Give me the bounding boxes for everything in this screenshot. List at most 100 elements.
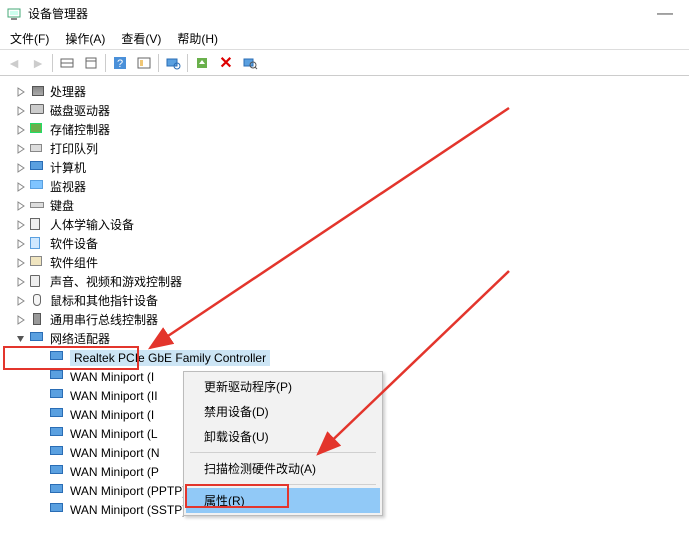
help-icon[interactable]: ? (108, 52, 132, 74)
network-adapter-icon (50, 408, 66, 422)
menu-disable-device[interactable]: 禁用设备(D) (186, 399, 380, 424)
tree-node-9[interactable]: 软件组件 (14, 253, 689, 272)
mouse-icon (30, 294, 46, 308)
expand-icon[interactable] (34, 370, 48, 384)
printer-icon (30, 142, 46, 156)
uninstall-icon[interactable]: ✕ (214, 52, 238, 74)
menu-separator (190, 484, 376, 485)
network-adapter-icon (50, 465, 66, 479)
expand-icon[interactable] (14, 294, 28, 308)
sound-icon (30, 275, 46, 289)
expand-icon[interactable] (14, 313, 28, 327)
tree-node-label: 打印队列 (50, 140, 98, 157)
network-adapter-icon (50, 427, 66, 441)
disk-icon (30, 104, 46, 118)
expand-icon[interactable] (34, 503, 48, 517)
tree-node-label: 监视器 (50, 178, 86, 195)
context-menu: 更新驱动程序(P) 禁用设备(D) 卸载设备(U) 扫描检测硬件改动(A) 属性… (183, 371, 383, 516)
tree-node-label: WAN Miniport (P (70, 465, 159, 479)
tree-node-label: 键盘 (50, 197, 74, 214)
menu-separator (190, 452, 376, 453)
tree-node-0[interactable]: 处理器 (14, 82, 689, 101)
scan-computer-icon[interactable] (161, 52, 185, 74)
menu-file[interactable]: 文件(F) (2, 28, 57, 49)
collapse-icon[interactable] (14, 332, 28, 346)
minimize-button[interactable]: — (647, 5, 683, 23)
expand-icon[interactable] (14, 237, 28, 251)
menu-help[interactable]: 帮助(H) (169, 28, 226, 49)
expand-icon[interactable] (14, 180, 28, 194)
tree-node-network-adapters[interactable]: 网络适配器 (14, 329, 689, 348)
tree-node-2[interactable]: 存储控制器 (14, 120, 689, 139)
tree-node-label: 存储控制器 (50, 121, 110, 138)
expand-icon[interactable] (14, 85, 28, 99)
back-button[interactable]: ◄ (2, 52, 26, 74)
expand-icon[interactable] (14, 199, 28, 213)
tree-node-label: 网络适配器 (50, 330, 110, 347)
ctrl-icon (30, 123, 46, 137)
expand-icon[interactable] (34, 484, 48, 498)
monitor-icon (30, 180, 46, 194)
tree-node-label: 鼠标和其他指针设备 (50, 292, 158, 309)
tree-node-12[interactable]: 通用串行总线控制器 (14, 310, 689, 329)
network-adapter-icon (50, 389, 66, 403)
tree-node-label: 声音、视频和游戏控制器 (50, 273, 182, 290)
expand-icon[interactable] (14, 161, 28, 175)
network-adapter-icon (50, 503, 66, 517)
tb-icon-4[interactable] (132, 52, 156, 74)
expand-icon[interactable] (34, 408, 48, 422)
expand-icon[interactable] (14, 256, 28, 270)
menu-action[interactable]: 操作(A) (57, 28, 113, 49)
tree-node-4[interactable]: 计算机 (14, 158, 689, 177)
tree-node-11[interactable]: 鼠标和其他指针设备 (14, 291, 689, 310)
sw-icon (30, 237, 46, 251)
forward-button[interactable]: ► (26, 52, 50, 74)
expand-icon[interactable] (34, 427, 48, 441)
expand-icon[interactable] (34, 351, 48, 365)
tree-node-label: 处理器 (50, 83, 86, 100)
menu-scan-hardware[interactable]: 扫描检测硬件改动(A) (186, 456, 380, 481)
tree-node-1[interactable]: 磁盘驱动器 (14, 101, 689, 120)
network-adapter-icon (30, 332, 46, 346)
expand-icon[interactable] (34, 446, 48, 460)
tree-node-label: 磁盘驱动器 (50, 102, 110, 119)
menubar: 文件(F) 操作(A) 查看(V) 帮助(H) (0, 28, 689, 50)
tb-icon-2[interactable] (79, 52, 103, 74)
tree-node-label: WAN Miniport (I (70, 408, 154, 422)
expand-icon[interactable] (34, 465, 48, 479)
tree-node-6[interactable]: 键盘 (14, 196, 689, 215)
tree-node-label: WAN Miniport (PPTP) (70, 484, 186, 498)
expand-icon[interactable] (14, 275, 28, 289)
tree-node-8[interactable]: 软件设备 (14, 234, 689, 253)
tree-node-net-child-0[interactable]: Realtek PCIe GbE Family Controller (14, 348, 689, 367)
menu-properties[interactable]: 属性(R) (186, 488, 380, 513)
tree-node-10[interactable]: 声音、视频和游戏控制器 (14, 272, 689, 291)
tree-node-label: WAN Miniport (II (70, 389, 158, 403)
expand-icon[interactable] (34, 389, 48, 403)
tree-node-label: 计算机 (50, 159, 86, 176)
network-adapter-icon (50, 370, 66, 384)
tree-node-3[interactable]: 打印队列 (14, 139, 689, 158)
tree-node-label: WAN Miniport (I (70, 370, 154, 384)
tree-node-label: 软件设备 (50, 235, 98, 252)
menu-uninstall-device[interactable]: 卸载设备(U) (186, 424, 380, 449)
expand-icon[interactable] (14, 218, 28, 232)
scan-hardware-icon[interactable] (238, 52, 262, 74)
usb-icon (30, 313, 46, 327)
menu-update-driver[interactable]: 更新驱动程序(P) (186, 374, 380, 399)
hid-icon (30, 218, 46, 232)
computer-icon (30, 161, 46, 175)
toolbar: ◄ ► ? ✕ (0, 50, 689, 76)
tree-node-7[interactable]: 人体学输入设备 (14, 215, 689, 234)
tree-node-5[interactable]: 监视器 (14, 177, 689, 196)
content-area: 处理器磁盘驱动器存储控制器打印队列计算机监视器键盘人体学输入设备软件设备软件组件… (0, 76, 689, 551)
tb-icon-1[interactable] (55, 52, 79, 74)
tree-node-label: WAN Miniport (N (70, 446, 160, 460)
expand-icon[interactable] (14, 104, 28, 118)
expand-icon[interactable] (14, 142, 28, 156)
update-driver-icon[interactable] (190, 52, 214, 74)
expand-icon[interactable] (14, 123, 28, 137)
tree-node-label: 软件组件 (50, 254, 98, 271)
menu-view[interactable]: 查看(V) (113, 28, 169, 49)
tree-node-label: WAN Miniport (SSTP) (70, 503, 186, 517)
